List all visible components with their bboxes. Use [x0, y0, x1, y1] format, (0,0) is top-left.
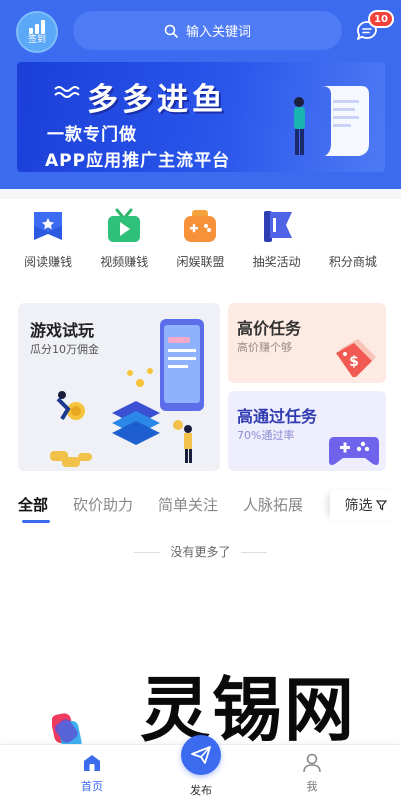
flag-icon — [263, 211, 292, 242]
gamepad-icon — [329, 437, 379, 465]
empty-state: 没有更多了 — [0, 543, 401, 560]
banner-title: 多多进鱼 — [87, 82, 227, 118]
category-row: 阅读赚钱 视频赚钱 闲娱联盟 抽奖活动 积分商城 — [0, 208, 401, 278]
category-item-leisure[interactable]: 闲娱联盟 — [167, 208, 233, 278]
empty-text: 没有更多了 — [170, 545, 231, 559]
tabbar-home-label: 首页 — [81, 780, 103, 793]
category-label: 阅读赚钱 — [24, 255, 73, 269]
book-star-icon — [34, 212, 63, 240]
header: 签到 输入关键词 10 多多进鱼 一款专门做 APP应用推广主流平台 — [0, 0, 401, 189]
tabbar-me-label: 我 — [306, 780, 318, 793]
bottom-tab-bar: 首页 发布 我 — [0, 735, 401, 797]
money-tag-icon: $ — [336, 339, 376, 377]
filter-button[interactable]: 筛选 — [330, 490, 401, 520]
section-divider — [0, 189, 401, 199]
watermark-text: 灵锡网 — [140, 669, 356, 751]
promo-banner[interactable]: 多多进鱼 一款专门做 APP应用推广主流平台 — [17, 62, 385, 172]
tabbar-home[interactable]: 首页 — [62, 752, 122, 794]
active-tab-indicator — [22, 520, 50, 523]
filter-icon — [375, 499, 387, 511]
message-badge: 10 — [368, 10, 394, 28]
banner-line2: APP应用推广主流平台 — [45, 151, 231, 171]
publish-button[interactable] — [181, 735, 221, 775]
banner-line1: 一款专门做 — [47, 125, 137, 145]
checkin-icon — [29, 19, 45, 34]
tab-network[interactable]: 人脉拓展 — [243, 494, 303, 515]
home-icon — [84, 755, 100, 771]
high-pass-subtitle: 70%通过率 — [237, 429, 295, 442]
high-price-task-card[interactable]: 高价任务 高价赚个够 $ — [228, 303, 386, 383]
category-label: 视频赚钱 — [100, 255, 149, 269]
high-price-subtitle: 高价赚个够 — [237, 341, 292, 354]
divider-line — [134, 552, 161, 553]
high-price-title: 高价任务 — [237, 319, 302, 338]
category-item-read[interactable]: 阅读赚钱 — [15, 208, 81, 278]
search-bar[interactable]: 输入关键词 — [73, 11, 342, 50]
category-label: 闲娱联盟 — [176, 255, 225, 269]
category-label: 抽奖活动 — [252, 255, 301, 269]
svg-text:$: $ — [349, 354, 359, 370]
high-pass-title: 高通过任务 — [237, 407, 318, 426]
tab-follow[interactable]: 简单关注 — [158, 494, 218, 515]
user-icon — [303, 753, 321, 773]
tabbar-me[interactable]: 我 — [282, 752, 342, 794]
search-icon — [164, 24, 178, 38]
game-illustration — [50, 319, 204, 467]
game-trial-card[interactable]: 游戏试玩 瓜分10万佣金 — [18, 303, 220, 471]
tv-play-icon — [108, 208, 141, 242]
checkin-label: 签到 — [27, 34, 46, 45]
category-label: 积分商城 — [328, 255, 377, 269]
points-mall-icon — [335, 208, 371, 244]
filter-label: 筛选 — [344, 498, 373, 514]
high-pass-task-card[interactable]: 高通过任务 70%通过率 — [228, 391, 386, 471]
category-item-points-mall[interactable]: 积分商城 — [320, 208, 386, 278]
checkin-button[interactable]: 签到 — [16, 11, 58, 53]
tab-bargain[interactable]: 砍价助力 — [73, 494, 133, 515]
divider-line — [240, 552, 267, 553]
category-item-video[interactable]: 视频赚钱 — [91, 208, 157, 278]
search-placeholder: 输入关键词 — [185, 25, 251, 40]
banner-illustration — [294, 86, 369, 156]
tab-all[interactable]: 全部 — [18, 494, 48, 515]
category-item-lottery[interactable]: 抽奖活动 — [244, 208, 310, 278]
gamepad-bag-icon — [184, 210, 217, 242]
task-filter-tabs: 全部 砍价助力 简单关注 人脉拓展 筛选 — [0, 490, 401, 526]
wave-decoration-icon — [54, 86, 80, 98]
paper-plane-icon — [191, 746, 211, 764]
publish-label: 发布 — [190, 784, 212, 797]
